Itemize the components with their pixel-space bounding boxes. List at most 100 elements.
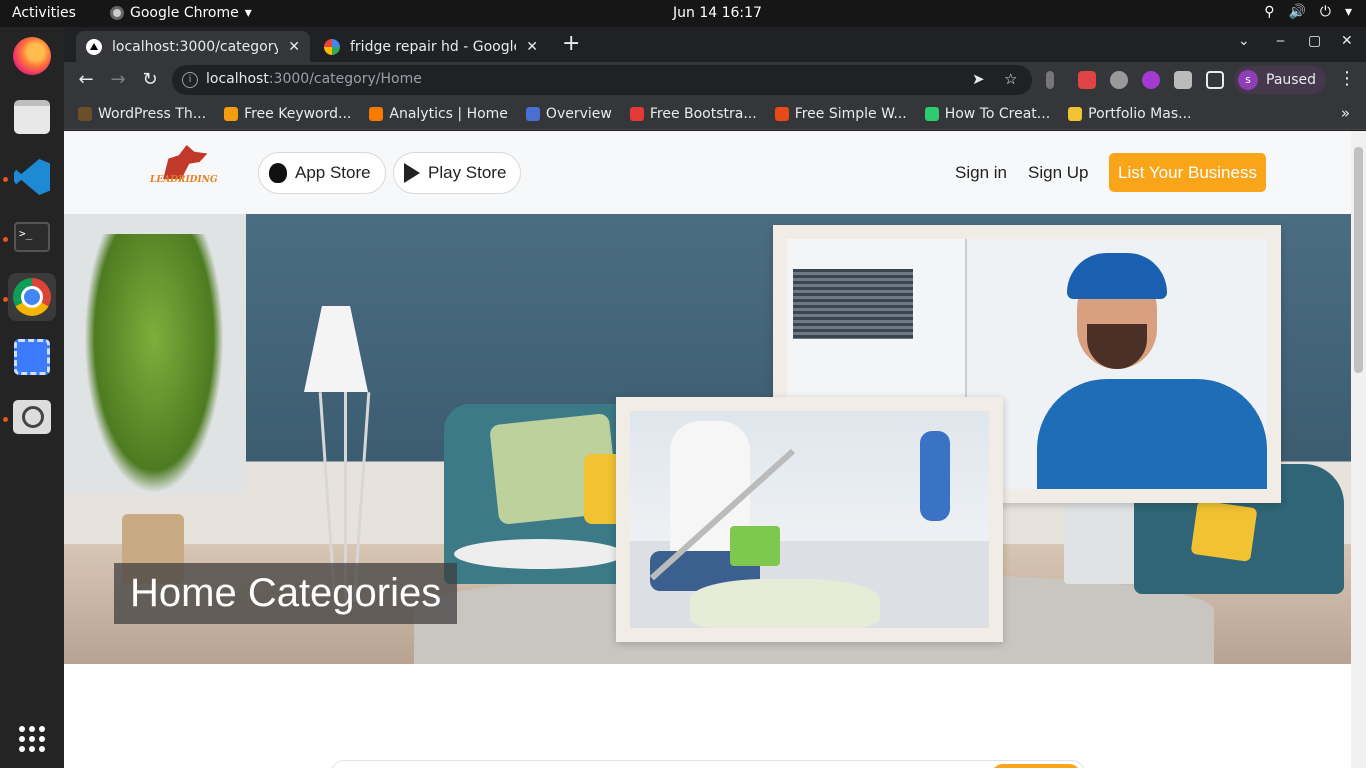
ac-grille (793, 269, 913, 339)
dock-files[interactable] (8, 93, 56, 141)
bookmark-item[interactable]: Portfolio Mas... (1068, 106, 1192, 122)
show-apps-icon[interactable] (19, 726, 45, 752)
address-bar[interactable]: i localhost:3000/category/Home ➤ ☆ (172, 65, 1032, 95)
extension-icon[interactable] (1110, 71, 1128, 89)
google-favicon-icon (324, 38, 340, 55)
vscode-icon (14, 159, 50, 195)
browser-toolbar: ← → ↻ i localhost:3000/category/Home ➤ ☆… (64, 62, 1366, 98)
page-title: Home Categories (114, 563, 458, 624)
nextjs-favicon-icon (86, 38, 102, 55)
technician-image (1037, 379, 1267, 489)
bookmark-label: Overview (545, 105, 612, 122)
screenshot-icon (14, 339, 50, 375)
app-store-label: App Store (295, 163, 371, 182)
plant-image (84, 234, 224, 494)
sign-in-link[interactable]: Sign in (955, 163, 1007, 183)
sign-up-link[interactable]: Sign Up (1028, 163, 1088, 183)
volume-icon: 🔊 (1288, 4, 1306, 20)
content-area (64, 664, 1351, 768)
activities-button[interactable]: Activities (12, 5, 76, 21)
bookmark-favicon-icon (629, 106, 644, 121)
bookmark-label: WordPress Th... (98, 105, 207, 122)
bookmark-star-icon[interactable]: ☆ (1004, 70, 1017, 88)
terminal-icon: >_ (14, 222, 50, 252)
maximize-button[interactable]: ▢ (1308, 33, 1321, 49)
bookmark-favicon-icon (1068, 106, 1083, 121)
tab-localhost[interactable]: localhost:3000/category/Home ✕ (76, 31, 310, 62)
site-header: LEADRIDING App Store Play Store Sign in … (64, 131, 1351, 214)
bookmark-item[interactable]: Overview (525, 105, 612, 122)
system-tray[interactable]: ⚲ 🔊 ⏻ ▾ (1264, 4, 1352, 20)
bookmark-item[interactable]: Free Keyword... (224, 106, 351, 122)
close-icon[interactable]: ✕ (288, 39, 300, 55)
dock-terminal[interactable]: >_ (8, 213, 56, 261)
bookmark-favicon-icon (774, 106, 789, 121)
play-store-icon (404, 163, 420, 183)
extension-icon[interactable] (1142, 71, 1160, 89)
close-icon[interactable]: ✕ (526, 39, 538, 55)
send-icon[interactable]: ➤ (972, 70, 985, 88)
site-logo[interactable]: LEADRIDING (150, 145, 218, 195)
magnifier-icon (13, 400, 51, 434)
bookmark-item[interactable]: Analytics | Home (369, 106, 508, 122)
list-your-business-button[interactable]: List Your Business (1109, 153, 1266, 192)
tab-google-search[interactable]: fridge repair hd - Google Search ✕ (314, 31, 548, 62)
lamp-image (304, 306, 368, 392)
scrollbar-thumb[interactable] (1354, 147, 1363, 373)
side-panel-icon[interactable] (1206, 71, 1224, 89)
bookmark-item[interactable]: How To Creat... (924, 106, 1050, 122)
page-scrollbar[interactable] (1351, 131, 1366, 768)
reload-button[interactable]: ↻ (138, 68, 162, 92)
bookmarks-bar: WordPress Th... Free Keyword... Analytic… (64, 98, 1366, 130)
bookmark-item[interactable]: WordPress Th... (78, 106, 206, 122)
site-info-icon[interactable]: i (182, 72, 198, 88)
app-menu[interactable]: Google Chrome ▾ (110, 5, 252, 21)
close-window-button[interactable]: ✕ (1341, 33, 1353, 49)
puzzle-extensions-icon[interactable] (1174, 71, 1192, 89)
avatar: s (1238, 70, 1258, 90)
back-button[interactable]: ← (74, 68, 98, 92)
url-path: :3000/category/Home (268, 71, 422, 87)
horse-rider-logo-icon (163, 145, 208, 179)
tab-search-icon[interactable]: ⌄ (1238, 33, 1250, 49)
profile-button[interactable]: s Paused (1234, 66, 1326, 94)
url-host: localhost (206, 71, 269, 87)
bookmark-item[interactable]: Free Bootstra... (629, 106, 757, 122)
dock-firefox[interactable] (8, 32, 56, 80)
forward-button[interactable]: → (106, 68, 130, 92)
chevron-down-icon: ▾ (1344, 4, 1352, 20)
dock-vscode[interactable] (8, 153, 56, 201)
extension-icon[interactable] (1046, 71, 1054, 89)
dock-screenshot[interactable] (8, 333, 56, 381)
air-conditioner-image (787, 239, 967, 399)
cleaning-scene (630, 411, 989, 628)
extension-icon[interactable] (1078, 71, 1096, 89)
more-bookmarks-icon[interactable]: » (1341, 104, 1350, 122)
bookmark-favicon-icon (924, 106, 939, 121)
glove-image (920, 431, 950, 521)
technician-cap (1067, 253, 1167, 299)
network-icon: ⚲ (1264, 4, 1275, 20)
play-store-button[interactable]: Play Store (393, 152, 522, 194)
dock-image-viewer[interactable] (8, 393, 56, 441)
pillow-image (1190, 500, 1258, 562)
minimize-button[interactable]: ‒ (1276, 33, 1285, 49)
logo-wordmark: LEADRIDING (150, 175, 218, 185)
bookmark-item[interactable]: Free Simple W... (774, 106, 907, 122)
tab-title: fridge repair hd - Google Search (350, 38, 516, 55)
bookmark-favicon-icon (78, 106, 92, 121)
search-bar[interactable] (330, 760, 1086, 768)
dock-chrome[interactable] (8, 273, 56, 321)
app-store-button[interactable]: App Store (258, 152, 386, 194)
menu-icon[interactable]: ⋮ (1338, 68, 1356, 89)
chrome-icon (110, 6, 124, 20)
bookmark-favicon-icon (369, 106, 384, 121)
search-button[interactable] (991, 764, 1081, 768)
address-url[interactable]: localhost:3000/category/Home (206, 71, 422, 87)
profile-status: Paused (1266, 72, 1317, 88)
new-tab-button[interactable]: + (562, 33, 580, 55)
coffee-table-image (454, 539, 624, 569)
firefox-icon (13, 37, 51, 75)
clock[interactable]: Jun 14 16:17 (673, 5, 762, 21)
cleaning-photo (616, 397, 1003, 642)
